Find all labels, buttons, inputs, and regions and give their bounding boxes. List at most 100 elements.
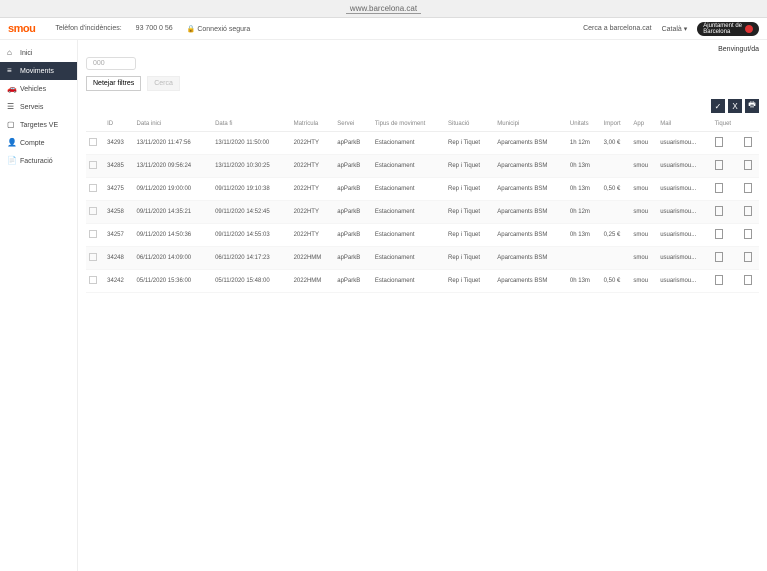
col-header[interactable]: Situació	[445, 117, 494, 132]
col-header[interactable]: ID	[104, 117, 133, 132]
url-text: www.barcelona.cat	[346, 4, 421, 14]
col-header[interactable]: Matrícula	[291, 117, 335, 132]
ticket-icon[interactable]	[715, 183, 723, 193]
cell: apParkB	[334, 247, 372, 270]
ticket-icon[interactable]	[715, 229, 723, 239]
cell: 1h 12m	[567, 132, 601, 155]
cell: apParkB	[334, 178, 372, 201]
cell: 2022HTY	[291, 132, 335, 155]
cell: smou	[630, 224, 657, 247]
sidebar-item-vehicles[interactable]: 🚗 Vehicles	[0, 80, 77, 98]
cell	[86, 178, 104, 201]
row-checkbox[interactable]	[89, 184, 97, 192]
cell	[567, 247, 601, 270]
col-header[interactable]: Mail	[657, 117, 711, 132]
search-input[interactable]: 000	[86, 57, 136, 70]
cell	[86, 247, 104, 270]
ticket-icon[interactable]	[715, 137, 723, 147]
sidebar-item-label: Inici	[20, 50, 32, 57]
cell	[601, 201, 631, 224]
col-header[interactable]: Servei	[334, 117, 372, 132]
brand-logo: smou	[8, 23, 35, 35]
doc-icon[interactable]	[744, 206, 752, 216]
cell: 2022HTY	[291, 224, 335, 247]
col-header[interactable]: Tiquet	[712, 117, 741, 132]
cell: 09/11/2020 14:55:03	[212, 224, 291, 247]
cell: smou	[630, 155, 657, 178]
doc-icon[interactable]	[744, 252, 752, 262]
sidebar-item-compte[interactable]: 👤Compte	[0, 134, 77, 152]
col-header[interactable]: App	[630, 117, 657, 132]
cell: Rep i Tiquet	[445, 224, 494, 247]
row-checkbox[interactable]	[89, 230, 97, 238]
col-header[interactable]: Unitats	[567, 117, 601, 132]
ticket-icon[interactable]	[715, 275, 723, 285]
cell: 34248	[104, 247, 133, 270]
cell: 09/11/2020 19:00:00	[134, 178, 213, 201]
col-header[interactable]: Data inici	[134, 117, 213, 132]
cell: Rep i Tiquet	[445, 201, 494, 224]
sidebar-item-moviments[interactable]: ≡Moviments	[0, 62, 77, 80]
sidebar-item-label: Facturació	[20, 158, 53, 165]
sidebar-item-inici[interactable]: ⌂Inici	[0, 44, 77, 62]
cell: Aparcaments BSM	[494, 178, 567, 201]
ticket-icon[interactable]	[715, 206, 723, 216]
ticket-icon[interactable]	[715, 160, 723, 170]
row-checkbox[interactable]	[89, 207, 97, 215]
cell: 09/11/2020 14:50:36	[134, 224, 213, 247]
clear-filters-button[interactable]: Netejar filtres	[86, 76, 141, 91]
sidebar-item-facturació[interactable]: 📄Facturació	[0, 152, 77, 170]
cell: 09/11/2020 19:10:38	[212, 178, 291, 201]
cell: 0h 12m	[567, 201, 601, 224]
sidebar-icon: ☰	[7, 103, 15, 111]
cell: Estacionament	[372, 270, 445, 293]
cell: Aparcaments BSM	[494, 132, 567, 155]
cell: 34275	[104, 178, 133, 201]
cell: 2022HMM	[291, 270, 335, 293]
col-header[interactable]: Import	[601, 117, 631, 132]
row-checkbox[interactable]	[89, 138, 97, 146]
row-checkbox[interactable]	[89, 253, 97, 261]
col-header[interactable]: Municipi	[494, 117, 567, 132]
cell: 0h 13m	[567, 155, 601, 178]
cell: Rep i Tiquet	[445, 270, 494, 293]
cell: usuarismou...	[657, 247, 711, 270]
cell	[712, 201, 741, 224]
sidebar-item-label: Vehicles	[20, 86, 46, 93]
lang-selector[interactable]: Català ▾	[662, 25, 688, 33]
cell: 0h 13m	[567, 178, 601, 201]
sidebar-item-serveis[interactable]: ☰ Serveis	[0, 98, 77, 116]
doc-icon[interactable]	[744, 137, 752, 147]
cell: 34285	[104, 155, 133, 178]
ticket-icon[interactable]	[715, 252, 723, 262]
sidebar-item-targetes ve[interactable]: ▢Targetes VE	[0, 116, 77, 134]
sidebar-icon: ▢	[7, 121, 15, 129]
browser-address-bar[interactable]: www.barcelona.cat	[0, 0, 767, 18]
export-excel-button[interactable]: X	[728, 99, 742, 113]
doc-icon[interactable]	[744, 229, 752, 239]
search-button: Cerca	[147, 76, 180, 91]
doc-icon[interactable]	[744, 183, 752, 193]
cell	[86, 201, 104, 224]
row-checkbox[interactable]	[89, 276, 97, 284]
cell: 05/11/2020 15:48:00	[212, 270, 291, 293]
row-checkbox[interactable]	[89, 161, 97, 169]
col-header[interactable]	[86, 117, 104, 132]
table-row: 3429313/11/2020 11:47:5613/11/2020 11:50…	[86, 132, 759, 155]
sidebar-icon: 🚗	[7, 85, 15, 93]
cell: 0,50 €	[601, 178, 631, 201]
global-search[interactable]: Cerca a barcelona.cat	[583, 25, 651, 32]
cell	[741, 155, 759, 178]
cell: 13/11/2020 11:50:00	[212, 132, 291, 155]
cell	[712, 178, 741, 201]
col-header[interactable]: Tipus de moviment	[372, 117, 445, 132]
doc-icon[interactable]	[744, 275, 752, 285]
col-header[interactable]: Data fi	[212, 117, 291, 132]
confirm-button[interactable]: ✓	[711, 99, 725, 113]
cell: smou	[630, 201, 657, 224]
print-button[interactable]: 🖶	[745, 99, 759, 113]
cell: apParkB	[334, 270, 372, 293]
sidebar-item-label: Serveis	[20, 104, 43, 111]
doc-icon[interactable]	[744, 160, 752, 170]
col-header[interactable]	[741, 117, 759, 132]
